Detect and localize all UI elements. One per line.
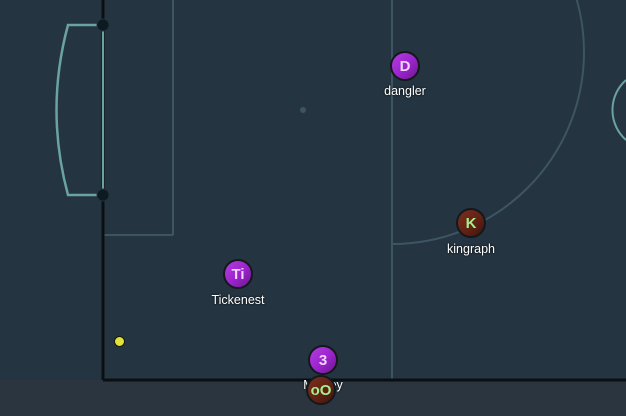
player-initials: D <box>399 57 411 75</box>
player-name-tickenest: Tickenest <box>211 293 265 307</box>
player-token-mosley[interactable]: 3 <box>308 345 338 375</box>
penalty-spot <box>300 107 306 113</box>
player-token-dangler[interactable]: D <box>390 51 420 81</box>
ball[interactable] <box>114 336 125 347</box>
player-initials: oO <box>310 381 332 399</box>
pitch: D dangler K kingraph Ti Tickenest 3 Mosl… <box>0 0 626 416</box>
player-name-kingraph: kingraph <box>447 242 495 256</box>
goal-post-bottom <box>96 188 110 202</box>
player-initials: K <box>465 214 477 232</box>
player-token-kingraph[interactable]: K <box>456 208 486 238</box>
player-initials: Ti <box>231 265 245 283</box>
player-token-away-oo[interactable]: oO <box>306 375 336 405</box>
player-token-tickenest[interactable]: Ti <box>223 259 253 289</box>
goal-post-top <box>96 18 110 32</box>
player-initials: 3 <box>318 351 328 369</box>
player-name-dangler: dangler <box>384 84 426 98</box>
pitch-surface <box>0 0 626 380</box>
